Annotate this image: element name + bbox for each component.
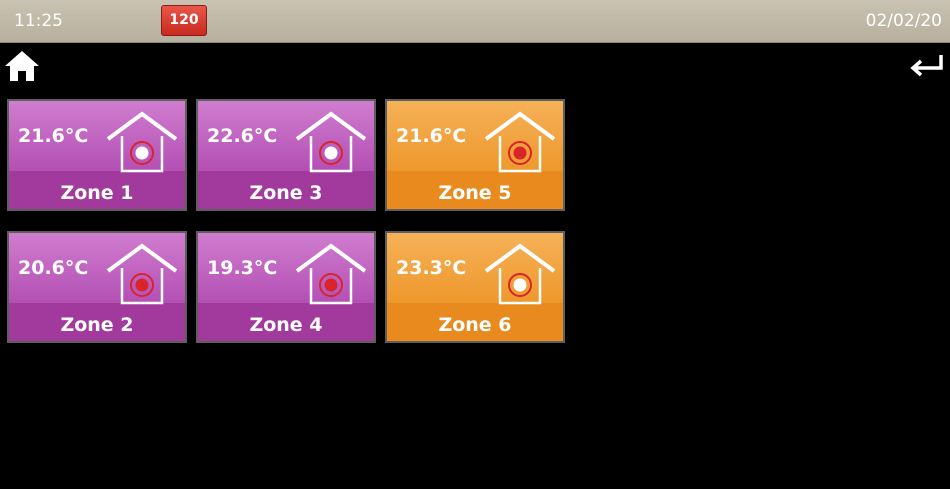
current-date: 02/02/20 bbox=[865, 11, 942, 31]
back-button[interactable] bbox=[908, 52, 946, 80]
home-button[interactable] bbox=[3, 49, 41, 83]
indicator-dot bbox=[513, 278, 527, 292]
zone-temperature: 23.3°C bbox=[396, 257, 467, 279]
house-roof bbox=[295, 111, 367, 141]
status-bar: 11:25 120 02/02/20 bbox=[0, 0, 950, 43]
house-roof bbox=[295, 243, 367, 273]
house-roof bbox=[106, 243, 178, 273]
house-roof bbox=[106, 111, 178, 141]
zone-label: Zone 5 bbox=[438, 182, 512, 204]
house-roof bbox=[484, 111, 556, 141]
zone-temperature: 19.3°C bbox=[207, 257, 278, 279]
zone-tile[interactable]: 23.3°C Zone 6 bbox=[385, 231, 565, 343]
zone-tile[interactable]: 21.6°C Zone 1 bbox=[7, 99, 187, 211]
clock-time: 11:25 bbox=[14, 11, 63, 31]
house-icon bbox=[484, 111, 556, 173]
zone-tile[interactable]: 21.6°C Zone 5 bbox=[385, 99, 565, 211]
zone-label: Zone 1 bbox=[60, 182, 134, 204]
home-icon bbox=[5, 51, 39, 81]
alert-badge[interactable]: 120 bbox=[161, 5, 207, 36]
indicator-dot bbox=[324, 146, 338, 160]
house-icon bbox=[295, 243, 367, 305]
zone-label: Zone 3 bbox=[249, 182, 323, 204]
house-icon bbox=[106, 111, 178, 173]
zone-temperature: 21.6°C bbox=[396, 125, 467, 147]
zone-label: Zone 4 bbox=[249, 314, 323, 336]
zone-tile[interactable]: 19.3°C Zone 4 bbox=[196, 231, 376, 343]
house-icon bbox=[106, 243, 178, 305]
zone-temperature: 21.6°C bbox=[18, 125, 89, 147]
house-icon bbox=[484, 243, 556, 305]
indicator-dot bbox=[135, 278, 149, 292]
zone-label: Zone 6 bbox=[438, 314, 512, 336]
return-arrow-icon bbox=[910, 55, 943, 77]
zone-temperature: 22.6°C bbox=[207, 125, 278, 147]
zone-label: Zone 2 bbox=[60, 314, 134, 336]
zone-tile[interactable]: 22.6°C Zone 3 bbox=[196, 99, 376, 211]
indicator-dot bbox=[324, 278, 338, 292]
house-roof bbox=[484, 243, 556, 273]
zone-temperature: 20.6°C bbox=[18, 257, 89, 279]
indicator-dot bbox=[135, 146, 149, 160]
indicator-dot bbox=[513, 146, 527, 160]
zone-tile[interactable]: 20.6°C Zone 2 bbox=[7, 231, 187, 343]
house-icon bbox=[295, 111, 367, 173]
